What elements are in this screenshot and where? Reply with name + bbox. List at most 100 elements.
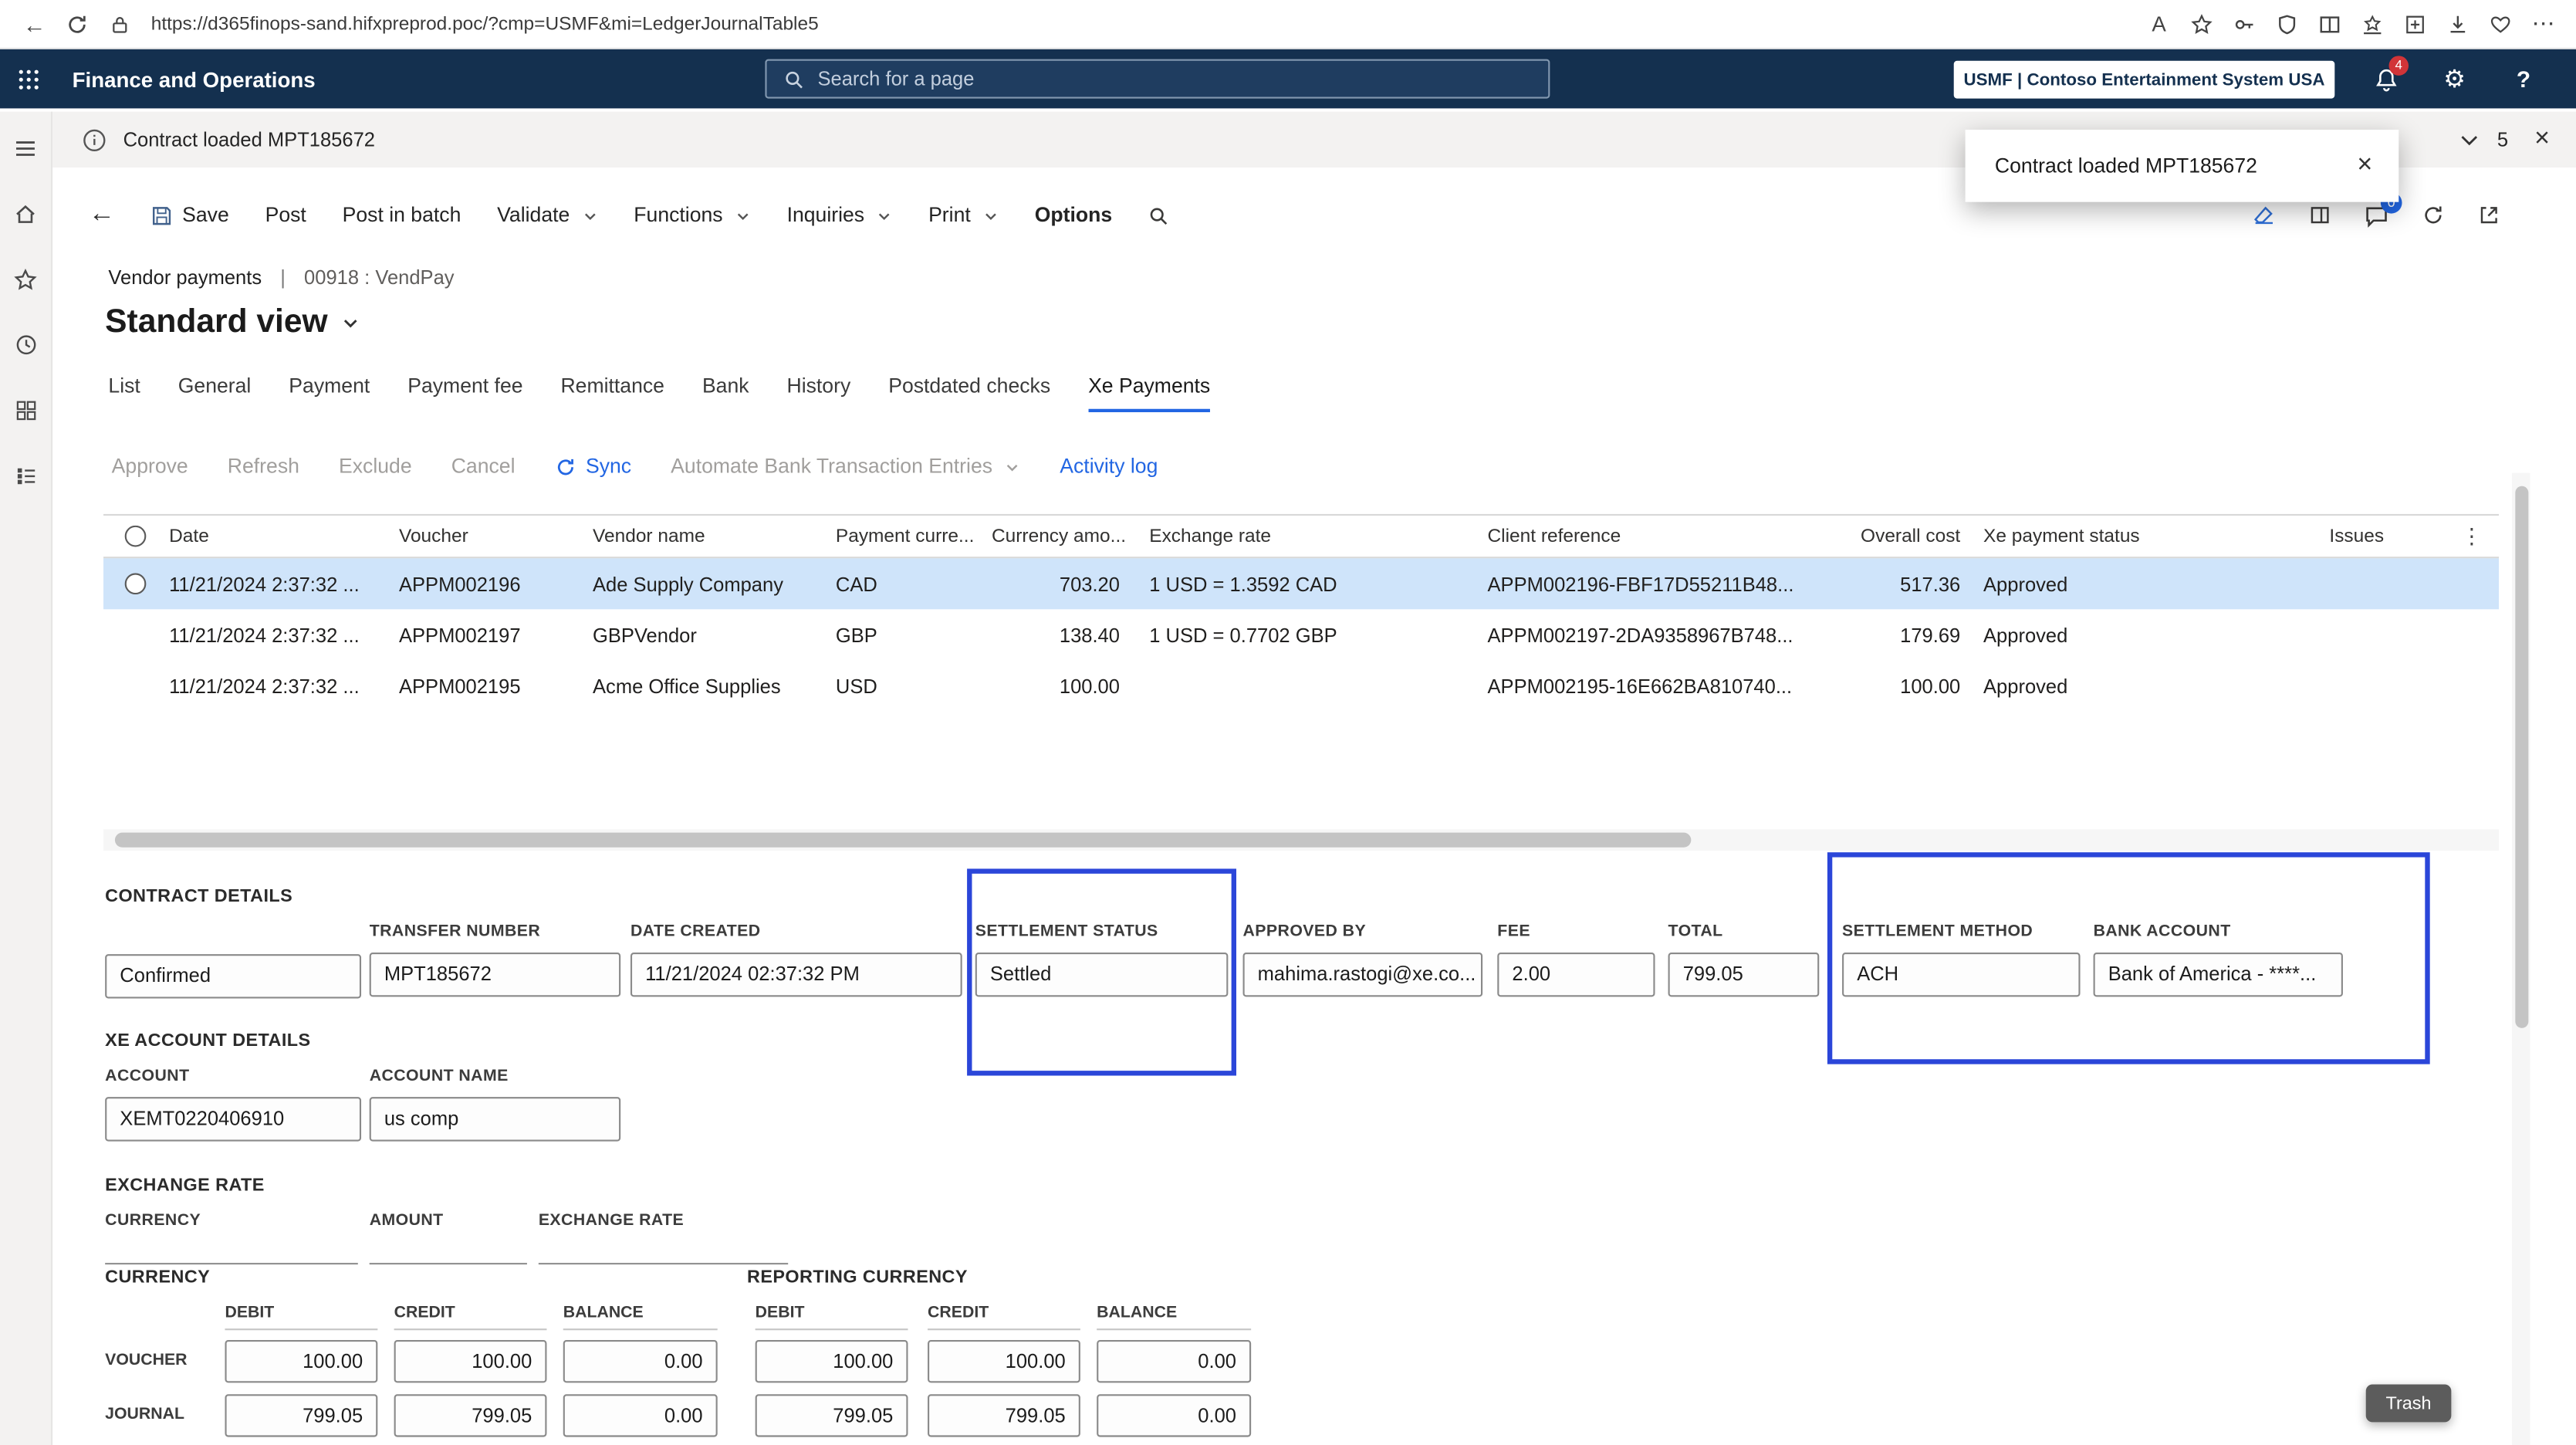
nav-menu-icon[interactable] — [13, 134, 38, 161]
column-header-overall-cost[interactable]: Overall cost — [1811, 526, 1969, 547]
app-launcher-icon[interactable] — [0, 66, 56, 91]
eraser-icon[interactable] — [2253, 204, 2276, 227]
column-header-vendor-name[interactable]: Vendor name — [590, 526, 833, 547]
collections-icon[interactable] — [2395, 4, 2435, 43]
voucher-balance-value[interactable]: 0.00 — [563, 1340, 718, 1382]
refresh-icon[interactable] — [2422, 204, 2445, 227]
view-selector[interactable]: Standard view — [105, 304, 359, 342]
browser-back-icon[interactable]: ← — [13, 2, 56, 45]
er-currency-value[interactable] — [105, 1241, 358, 1264]
search-input[interactable] — [817, 67, 1441, 90]
column-header-currency-amount[interactable]: Currency amo... — [983, 526, 1124, 547]
extensions-icon[interactable] — [2267, 4, 2307, 43]
column-header-client-reference[interactable]: Client reference — [1466, 526, 1811, 547]
book-icon[interactable] — [2308, 204, 2331, 227]
approved-by-value[interactable]: mahima.rastogi@xe.co... — [1243, 953, 1483, 997]
table-row[interactable]: 11/21/2024 2:37:32 ... APPM002196 Ade Su… — [103, 558, 2499, 609]
open-in-new-window-icon[interactable] — [2477, 204, 2500, 227]
tab-history[interactable]: History — [787, 374, 851, 412]
table-row[interactable]: 11/21/2024 2:37:32 ... APPM002195 Acme O… — [103, 660, 2499, 711]
vertical-scrollbar-thumb[interactable] — [2514, 486, 2527, 1028]
er-rate-value[interactable] — [539, 1241, 788, 1264]
account-name-value[interactable]: us comp — [370, 1097, 621, 1141]
password-manager-icon[interactable] — [2225, 4, 2264, 43]
tab-postdated-checks[interactable]: Postdated checks — [888, 374, 1050, 412]
journal-reporting-debit-value[interactable]: 799.05 — [756, 1394, 908, 1437]
downloads-icon[interactable] — [2438, 4, 2477, 43]
horizontal-scrollbar[interactable] — [103, 829, 2499, 851]
tab-payment-fee[interactable]: Payment fee — [407, 374, 522, 412]
nav-modules-icon[interactable] — [14, 463, 37, 489]
split-screen-icon[interactable] — [2310, 4, 2349, 43]
tab-payment[interactable]: Payment — [289, 374, 370, 412]
vertical-scrollbar[interactable] — [2512, 473, 2530, 1445]
nav-workspaces-icon[interactable] — [14, 398, 37, 424]
journal-reporting-balance-value[interactable]: 0.00 — [1097, 1394, 1251, 1437]
breadcrumb-list-title[interactable]: Vendor payments — [108, 266, 262, 289]
date-created-value[interactable]: 11/21/2024 02:37:32 PM — [630, 953, 962, 997]
journal-debit-value[interactable]: 799.05 — [225, 1394, 377, 1437]
page-search-box[interactable] — [765, 59, 1550, 99]
bank-account-value[interactable]: Bank of America - ****... — [2094, 953, 2343, 997]
settlement-method-value[interactable]: ACH — [1842, 953, 2080, 997]
table-row[interactable]: 11/21/2024 2:37:32 ... APPM002197 GBPVen… — [103, 609, 2499, 660]
browser-essentials-icon[interactable] — [2481, 4, 2520, 43]
voucher-reporting-credit-value[interactable]: 100.00 — [928, 1340, 1080, 1382]
url-input[interactable]: https://d365finops-sand.hifxpreprod.poc/… — [151, 14, 819, 34]
column-header-voucher[interactable]: Voucher — [396, 526, 590, 547]
journal-balance-value[interactable]: 0.00 — [563, 1394, 718, 1437]
expand-messages-icon[interactable] — [2458, 128, 2481, 151]
tab-general[interactable]: General — [178, 374, 252, 412]
options-button[interactable]: Options — [1035, 204, 1112, 227]
voucher-reporting-balance-value[interactable]: 0.00 — [1097, 1340, 1251, 1382]
er-amount-value[interactable] — [370, 1241, 527, 1264]
back-button[interactable]: ← — [89, 201, 115, 230]
favorites-bar-icon[interactable] — [2353, 4, 2392, 43]
automate-bank-transaction-entries-button[interactable]: Automate Bank Transaction Entries — [671, 455, 1020, 478]
voucher-reporting-debit-value[interactable]: 100.00 — [756, 1340, 908, 1382]
journal-reporting-credit-value[interactable]: 799.05 — [928, 1394, 1080, 1437]
transfer-number-value[interactable]: MPT185672 — [370, 953, 621, 997]
browser-refresh-icon[interactable] — [56, 2, 98, 45]
cancel-button[interactable]: Cancel — [451, 455, 516, 478]
row-select-radio[interactable] — [103, 573, 166, 594]
save-button[interactable]: Save — [151, 204, 229, 227]
action-search-icon[interactable] — [1148, 205, 1170, 226]
nav-favorites-icon[interactable] — [13, 266, 38, 293]
post-in-batch-button[interactable]: Post in batch — [343, 204, 461, 227]
nav-home-icon[interactable] — [13, 201, 38, 227]
column-header-exchange-rate[interactable]: Exchange rate — [1124, 526, 1466, 547]
settings-button[interactable]: ⚙ — [2420, 49, 2489, 109]
print-menu-button[interactable]: Print — [928, 204, 999, 227]
company-picker-button[interactable]: USMF | Contoso Entertainment System USA — [1954, 61, 2335, 99]
help-button[interactable]: ? — [2489, 49, 2557, 109]
inquiries-menu-button[interactable]: Inquiries — [787, 204, 893, 227]
column-header-payment-currency[interactable]: Payment curre... — [833, 526, 984, 547]
tab-list[interactable]: List — [108, 374, 140, 412]
functions-menu-button[interactable]: Functions — [634, 204, 750, 227]
close-toast-icon[interactable]: × — [2348, 153, 2382, 179]
voucher-credit-value[interactable]: 100.00 — [394, 1340, 547, 1382]
exclude-button[interactable]: Exclude — [339, 455, 412, 478]
nav-recent-icon[interactable] — [14, 332, 37, 358]
browser-more-icon[interactable]: ⋯ — [2524, 4, 2563, 43]
refresh-button[interactable]: Refresh — [228, 455, 299, 478]
select-all-checkbox[interactable] — [103, 526, 166, 547]
sync-button[interactable]: Sync — [555, 455, 632, 478]
tab-bank[interactable]: Bank — [702, 374, 749, 412]
column-header-xe-payment-status[interactable]: Xe payment status — [1969, 526, 2294, 547]
horizontal-scrollbar-thumb[interactable] — [115, 833, 1691, 848]
tab-xe-payments[interactable]: Xe Payments — [1088, 374, 1210, 412]
tab-remittance[interactable]: Remittance — [560, 374, 664, 412]
fee-value[interactable]: 2.00 — [1497, 953, 1655, 997]
settlement-status-value[interactable]: Settled — [975, 953, 1229, 997]
post-button[interactable]: Post — [265, 204, 306, 227]
validate-menu-button[interactable]: Validate — [497, 204, 597, 227]
site-lock-icon[interactable] — [99, 2, 141, 45]
account-value[interactable]: XEMT0220406910 — [105, 1097, 361, 1141]
contract-status-value[interactable]: Confirmed — [105, 954, 361, 998]
favorite-star-icon[interactable] — [2182, 4, 2221, 43]
chat-icon[interactable]: 0 — [2365, 203, 2389, 228]
column-header-issues[interactable]: Issues — [2294, 526, 2384, 547]
notifications-button[interactable]: 4 — [2351, 49, 2420, 109]
